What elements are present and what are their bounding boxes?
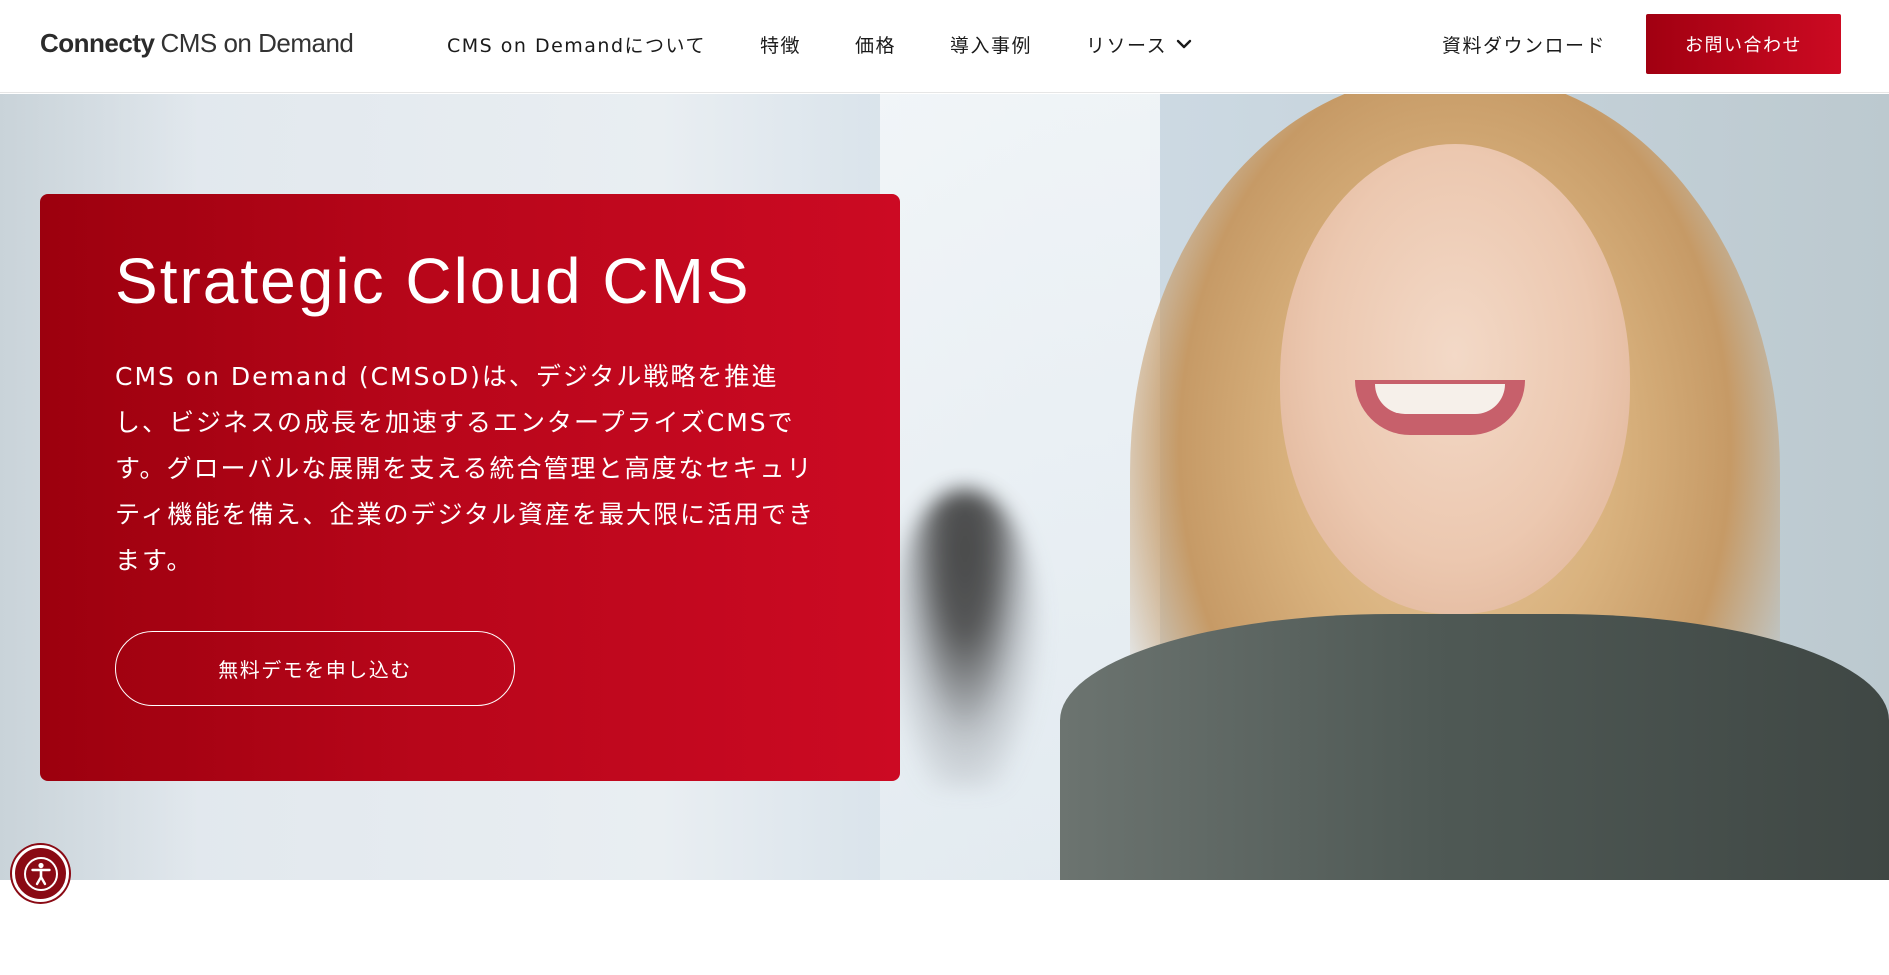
nav-item-resources[interactable]: リソース xyxy=(1086,31,1193,58)
accessibility-button[interactable] xyxy=(12,845,69,902)
logo[interactable]: Connecty CMS on Demand xyxy=(40,28,354,64)
main-nav: CMS on Demandについて 特徴 価格 導入事例 リソース xyxy=(447,0,1193,88)
nav-item-case-studies[interactable]: 導入事例 xyxy=(950,31,1032,58)
logo-brand: Connecty xyxy=(40,28,155,58)
download-link[interactable]: 資料ダウンロード xyxy=(1442,0,1606,88)
nav-item-features[interactable]: 特徴 xyxy=(760,31,801,58)
nav-item-resources-label: リソース xyxy=(1086,34,1168,57)
hero-photo-face xyxy=(1280,144,1630,614)
accessibility-icon xyxy=(23,856,58,891)
hero-background-person xyxy=(890,489,1040,789)
nav-item-pricing[interactable]: 価格 xyxy=(855,31,896,58)
logo-product: CMS on Demand xyxy=(160,28,354,58)
hero-photo-teeth xyxy=(1375,384,1505,414)
hero-title: Strategic Cloud CMS xyxy=(115,245,751,317)
hero-description: CMS on Demand (CMSoD)は、デジタル戦略を推進し、ビジネスの成… xyxy=(115,362,816,575)
hero-photo-shirt xyxy=(1060,614,1889,880)
hero-card: Strategic Cloud CMS CMS on Demand (CMSoD… xyxy=(40,194,900,781)
nav-item-about[interactable]: CMS on Demandについて xyxy=(447,31,706,58)
chevron-down-icon xyxy=(1176,39,1192,49)
free-demo-button[interactable]: 無料デモを申し込む xyxy=(115,631,515,706)
contact-button[interactable]: お問い合わせ xyxy=(1646,14,1841,74)
site-header: Connecty CMS on Demand CMS on Demandについて… xyxy=(0,0,1889,93)
